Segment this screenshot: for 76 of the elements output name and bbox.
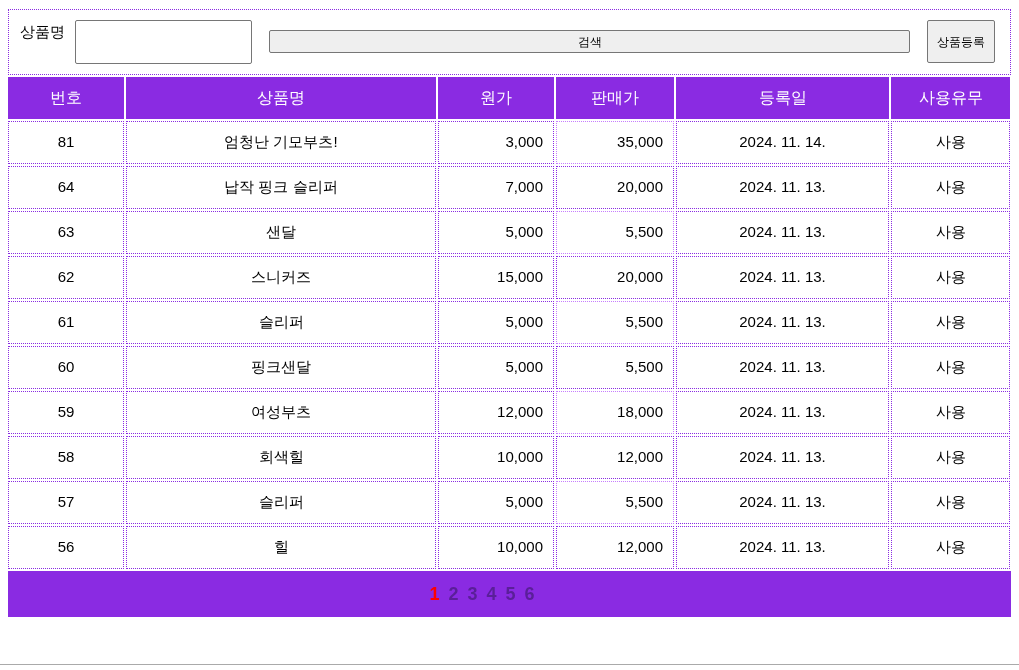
table-cell: 사용	[891, 346, 1010, 389]
table-cell: 5,000	[438, 346, 554, 389]
table-cell: 2024. 11. 13.	[676, 166, 889, 209]
column-header: 등록일	[676, 77, 889, 119]
table-cell: 엄청난 기모부츠!	[126, 121, 436, 164]
table-cell: 20,000	[556, 256, 674, 299]
table-cell: 여성부츠	[126, 391, 436, 434]
column-header: 상품명	[126, 77, 436, 119]
table-cell: 사용	[891, 391, 1010, 434]
register-button[interactable]: 상품등록	[927, 20, 995, 63]
table-cell: 5,500	[556, 346, 674, 389]
table-cell: 5,000	[438, 481, 554, 524]
table-cell: 61	[8, 301, 124, 344]
table-cell: 12,000	[438, 391, 554, 434]
table-cell: 56	[8, 526, 124, 569]
table-cell: 5,000	[438, 301, 554, 344]
table-cell: 사용	[891, 481, 1010, 524]
table-cell: 2024. 11. 14.	[676, 121, 889, 164]
table-cell: 2024. 11. 13.	[676, 436, 889, 479]
table-cell: 사용	[891, 256, 1010, 299]
page-link[interactable]: 3	[467, 580, 478, 608]
page-link[interactable]: 4	[486, 580, 497, 608]
table-cell: 81	[8, 121, 124, 164]
table-cell: 20,000	[556, 166, 674, 209]
table-cell: 슬리퍼	[126, 481, 436, 524]
table-cell: 57	[8, 481, 124, 524]
table-cell: 5,000	[438, 211, 554, 254]
page-link[interactable]: 6	[524, 580, 535, 608]
page-link[interactable]: 5	[505, 580, 516, 608]
table-cell: 64	[8, 166, 124, 209]
table-cell: 2024. 11. 13.	[676, 391, 889, 434]
table-cell: 60	[8, 346, 124, 389]
search-button[interactable]: 검색	[269, 30, 910, 53]
table-cell: 사용	[891, 121, 1010, 164]
table-cell: 사용	[891, 526, 1010, 569]
table-cell: 59	[8, 391, 124, 434]
table-cell: 2024. 11. 13.	[676, 211, 889, 254]
table-cell: 2024. 11. 13.	[676, 256, 889, 299]
column-header: 판매가	[556, 77, 674, 119]
table-cell: 12,000	[556, 526, 674, 569]
product-name-input[interactable]	[75, 20, 252, 64]
table-cell: 사용	[891, 211, 1010, 254]
table-cell: 18,000	[556, 391, 674, 434]
table-cell: 납작 핑크 슬리퍼	[126, 166, 436, 209]
column-header: 사용유무	[891, 77, 1010, 119]
table-cell: 10,000	[438, 526, 554, 569]
table-cell: 2024. 11. 13.	[676, 526, 889, 569]
table-cell: 35,000	[556, 121, 674, 164]
table-cell: 15,000	[438, 256, 554, 299]
table-cell: 2024. 11. 13.	[676, 346, 889, 389]
table-cell: 5,500	[556, 481, 674, 524]
column-header: 번호	[8, 77, 124, 119]
table-cell: 힐	[126, 526, 436, 569]
field-label: 상품명	[20, 22, 65, 42]
page-link[interactable]: 2	[448, 580, 459, 608]
table-cell: 63	[8, 211, 124, 254]
table-cell: 5,500	[556, 211, 674, 254]
table-cell: 5,500	[556, 301, 674, 344]
table-cell: 10,000	[438, 436, 554, 479]
table-cell: 사용	[891, 436, 1010, 479]
table-cell: 3,000	[438, 121, 554, 164]
table-cell: 7,000	[438, 166, 554, 209]
table-cell: 58	[8, 436, 124, 479]
table-cell: 샌달	[126, 211, 436, 254]
column-header: 원가	[438, 77, 554, 119]
table-cell: 사용	[891, 301, 1010, 344]
table-cell: 사용	[891, 166, 1010, 209]
table-cell: 62	[8, 256, 124, 299]
table-cell: 스니커즈	[126, 256, 436, 299]
table-cell: 2024. 11. 13.	[676, 301, 889, 344]
table-cell: 회색힐	[126, 436, 436, 479]
table-cell: 핑크샌달	[126, 346, 436, 389]
table-cell: 슬리퍼	[126, 301, 436, 344]
page-link[interactable]: 1	[429, 580, 440, 608]
table-cell: 2024. 11. 13.	[676, 481, 889, 524]
table-cell: 12,000	[556, 436, 674, 479]
